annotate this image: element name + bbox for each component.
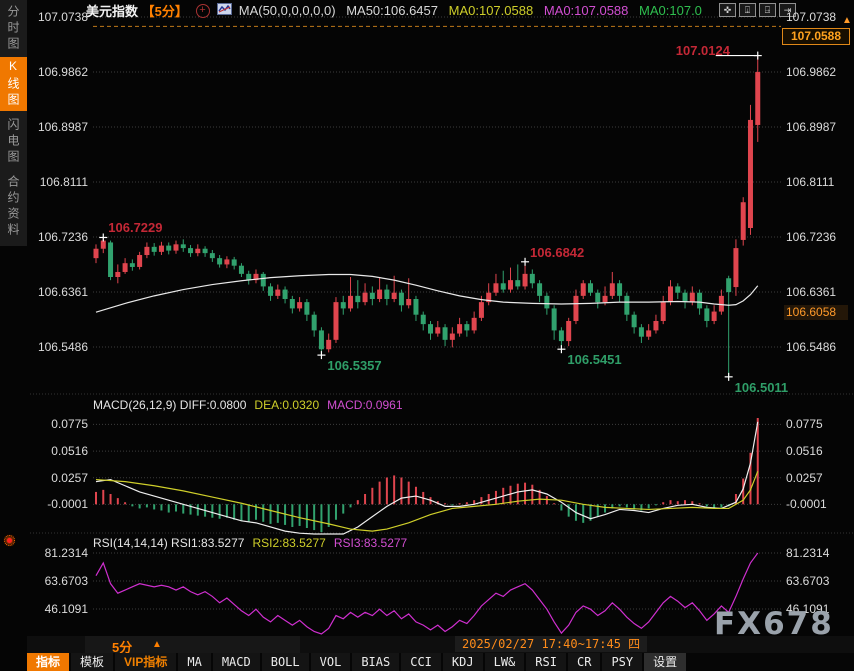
main-axis-left-tick: 106.6361 xyxy=(28,285,88,299)
ma0-magenta-value: MA0:107.0588 xyxy=(544,3,629,18)
hover-datetime-tooltip: 2025/02/27 17:40~17:45 四 xyxy=(455,636,647,652)
main-axis-left-tick: 106.8111 xyxy=(28,175,88,189)
rsi-axis-right-tick: 63.6703 xyxy=(786,574,829,588)
rsi-header: RSI(14,14,14) RSI1:83.5277 RSI2:83.5277 RS… xyxy=(93,536,415,550)
macd-axis-right-tick: 0.0257 xyxy=(786,471,823,485)
main-axis-right-tick: 106.9862 xyxy=(786,65,836,79)
price-annotation: 106.7229 xyxy=(108,220,162,235)
pane-right-axis-icon[interactable]: ⍈ xyxy=(759,3,776,17)
header-toolbar: ✜⍗⍈⇥ xyxy=(719,3,796,17)
tab-BOLL[interactable]: BOLL xyxy=(262,653,309,671)
macd-header-part-3: MACD:0.0961 xyxy=(327,398,402,412)
macd-axis-right-tick: 0.0516 xyxy=(786,444,823,458)
rsi-axis-left-tick: 63.6703 xyxy=(28,574,88,588)
chart-header: 美元指数 【5分】 + MA(50,0,0,0,0,0) MA50:106.64… xyxy=(86,1,702,18)
macd-axis-left-tick: 0.0257 xyxy=(28,471,88,485)
prev-close-label: 106.6058 xyxy=(784,305,848,320)
symbol-title: 美元指数 xyxy=(86,4,138,19)
tab-指标[interactable]: 指标 xyxy=(27,653,69,671)
alarm-icon[interactable] xyxy=(4,535,15,546)
main-axis-right-tick: 106.8111 xyxy=(786,175,834,189)
pane-left-axis-icon[interactable]: ⍗ xyxy=(739,3,756,17)
trading-app: 分时图 K线图闪电图合约资料 美元指数 【5分】 + MA(50,0,0,0,0,… xyxy=(0,0,854,671)
tab-KDJ[interactable]: KDJ xyxy=(443,653,483,671)
main-axis-right-tick: 107.0738 xyxy=(786,10,836,24)
sidebar-item-2[interactable]: K线图 xyxy=(0,57,27,111)
tab-设置[interactable]: 设置 xyxy=(644,653,686,671)
price-annotation: 107.0124 xyxy=(676,43,730,58)
current-price-box: 107.0588 xyxy=(782,28,850,45)
tab-MACD[interactable]: MACD xyxy=(213,653,260,671)
rsi-axis-left-tick: 81.2314 xyxy=(28,546,88,560)
macd-axis-left-tick: 0.0516 xyxy=(28,444,88,458)
left-sidebar: 分时图 K线图闪电图合约资料 xyxy=(0,0,27,246)
main-axis-left-tick: 106.9862 xyxy=(28,65,88,79)
indicator-tab-bar: 指标模板VIP指标MAMACDBOLLVOLBIASCCIKDJLW&RSICR… xyxy=(27,653,854,671)
macd-axis-right-tick: -0.0001 xyxy=(786,497,827,511)
main-axis-left-tick: 107.0738 xyxy=(28,10,88,24)
tab-VIP指标[interactable]: VIP指标 xyxy=(115,653,176,671)
tab-CCI[interactable]: CCI xyxy=(401,653,441,671)
rsi-axis-right-tick: 81.2314 xyxy=(786,546,829,560)
tab-CR[interactable]: CR xyxy=(568,653,600,671)
main-axis-right-tick: 106.6361 xyxy=(786,285,836,299)
period-dropdown-arrow-icon[interactable]: ▲ xyxy=(152,639,162,650)
macd-header-part-2: DEA:0.0320 xyxy=(254,398,319,412)
main-axis-left-tick: 106.8987 xyxy=(28,120,88,134)
rsi-axis-left-tick: 46.1091 xyxy=(28,602,88,616)
main-axis-left-tick: 106.7236 xyxy=(28,230,88,244)
price-annotation: 106.5011 xyxy=(735,380,789,395)
rsi-header-part-1: RSI(14,14,14) RSI1:83.5277 xyxy=(93,536,244,550)
alarm-dot xyxy=(7,538,12,543)
main-axis-left-tick: 106.5486 xyxy=(28,340,88,354)
rsi-header-part-2: RSI2:83.5277 xyxy=(252,536,325,550)
main-axis-right-tick: 106.7236 xyxy=(786,230,836,244)
status-row: 5分 ▲ 2025/02/27 17:40~17:45 四 xyxy=(27,636,854,653)
ma0-yellow-value: MA0:107.0588 xyxy=(449,3,534,18)
ma50-value: MA50:106.6457 xyxy=(346,3,438,18)
crosshair-icon[interactable]: ✜ xyxy=(719,3,736,17)
rsi-header-part-3: RSI3:83.5277 xyxy=(334,536,407,550)
sidebar-item-1[interactable]: 分时图 xyxy=(0,4,27,54)
tab-模板[interactable]: 模板 xyxy=(71,653,113,671)
tab-LW&[interactable]: LW& xyxy=(485,653,525,671)
macd-axis-right-tick: 0.0775 xyxy=(786,417,823,431)
add-indicator-icon[interactable]: + xyxy=(196,4,210,18)
tab-VOL[interactable]: VOL xyxy=(311,653,351,671)
period-badge[interactable]: 【5分】 xyxy=(142,4,188,19)
macd-axis-left-tick: -0.0001 xyxy=(28,497,88,511)
sidebar-item-3[interactable]: 闪电图 xyxy=(0,115,27,168)
price-annotation: 106.6842 xyxy=(530,245,584,260)
macd-axis-left-tick: 0.0775 xyxy=(28,417,88,431)
tab-BIAS[interactable]: BIAS xyxy=(352,653,399,671)
tab-MA[interactable]: MA xyxy=(178,653,210,671)
price-annotation: 106.5451 xyxy=(567,352,621,367)
tab-RSI[interactable]: RSI xyxy=(526,653,566,671)
macd-header: MACD(26,12,9) DIFF:0.0800 DEA:0.0320 MACD:… xyxy=(93,398,411,412)
ma0-green-value: MA0:107.0 xyxy=(639,3,702,18)
sidebar-item-4[interactable]: 合约资料 xyxy=(0,172,27,242)
price-annotation: 106.5357 xyxy=(327,358,381,373)
chart-canvas xyxy=(0,0,854,671)
ma-settings-label: MA(50,0,0,0,0,0) xyxy=(239,3,336,18)
price-up-arrow-icon: ▲ xyxy=(842,15,852,26)
chart-type-icon[interactable] xyxy=(217,3,232,18)
tab-PSY[interactable]: PSY xyxy=(602,653,642,671)
macd-header-part-1: MACD(26,12,9) DIFF:0.0800 xyxy=(93,398,246,412)
main-axis-right-tick: 106.5486 xyxy=(786,340,836,354)
main-axis-right-tick: 106.8987 xyxy=(786,120,836,134)
